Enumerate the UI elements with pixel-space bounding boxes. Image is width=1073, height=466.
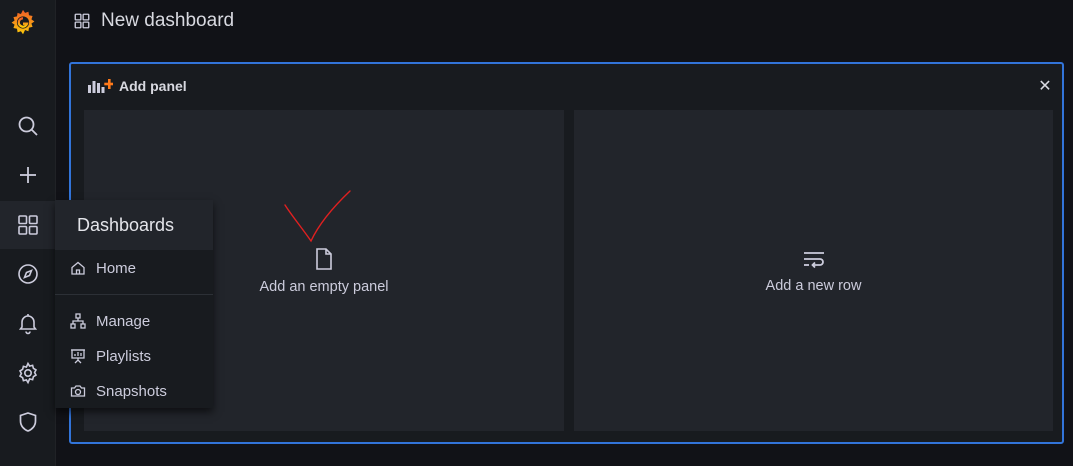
red-checkmark-annotation [284,190,351,243]
page-title[interactable]: New dashboard [101,10,234,32]
menu-item-home-label: Home [96,259,137,277]
grafana-logo-icon[interactable] [8,7,38,37]
menu-item-home[interactable]: Home [55,253,213,283]
add-new-row-button[interactable]: Add a new row [574,110,1053,431]
add-panel-title: Add panel [119,78,187,94]
dashboard-grid-icon [74,13,90,29]
shield-icon [19,412,36,432]
nav-server-admin[interactable] [0,399,55,445]
menu-item-snapshots-label: Snapshots [96,382,167,400]
nav-create[interactable] [0,152,55,198]
nav-dashboards[interactable] [0,201,55,249]
sitemap-icon [70,313,86,329]
sidebar [0,0,56,466]
wrap-text-icon [803,251,824,268]
gear-icon [18,361,37,385]
bell-icon [18,314,37,335]
nav-explore[interactable] [0,251,55,297]
presentation-icon [71,349,85,364]
home-icon [71,261,85,275]
menu-item-snapshots[interactable]: Snapshots [55,376,213,406]
search-icon [18,116,38,136]
nav-search[interactable] [0,103,55,149]
menu-item-playlists[interactable]: Playlists [55,341,213,371]
camera-icon [70,385,86,397]
close-icon[interactable]: ✕ [1037,78,1053,95]
menu-item-playlists-label: Playlists [96,347,152,365]
compass-icon [17,264,38,284]
plus-icon [19,167,36,183]
dashboards-menu-title[interactable]: Dashboards [55,200,213,250]
add-new-row-label: Add a new row [765,277,862,294]
menu-item-manage[interactable]: Manage [55,306,213,336]
nav-alerting[interactable] [0,300,55,346]
grid-icon [17,215,38,235]
menu-divider [55,294,213,295]
dashboards-menu: Dashboards Home Manage Playlists Snapsho… [55,200,213,408]
menu-item-manage-label: Manage [96,312,151,330]
file-icon [316,247,332,270]
nav-configuration[interactable] [0,350,55,396]
add-panel-icon [88,79,113,93]
add-panel-header: Add panel [71,64,1062,108]
page-header: New dashboard [55,0,1073,42]
add-panel-widget: Add panel ✕ Add an empty panel Add a new… [69,62,1064,444]
add-empty-panel-label: Add an empty panel [259,278,389,295]
